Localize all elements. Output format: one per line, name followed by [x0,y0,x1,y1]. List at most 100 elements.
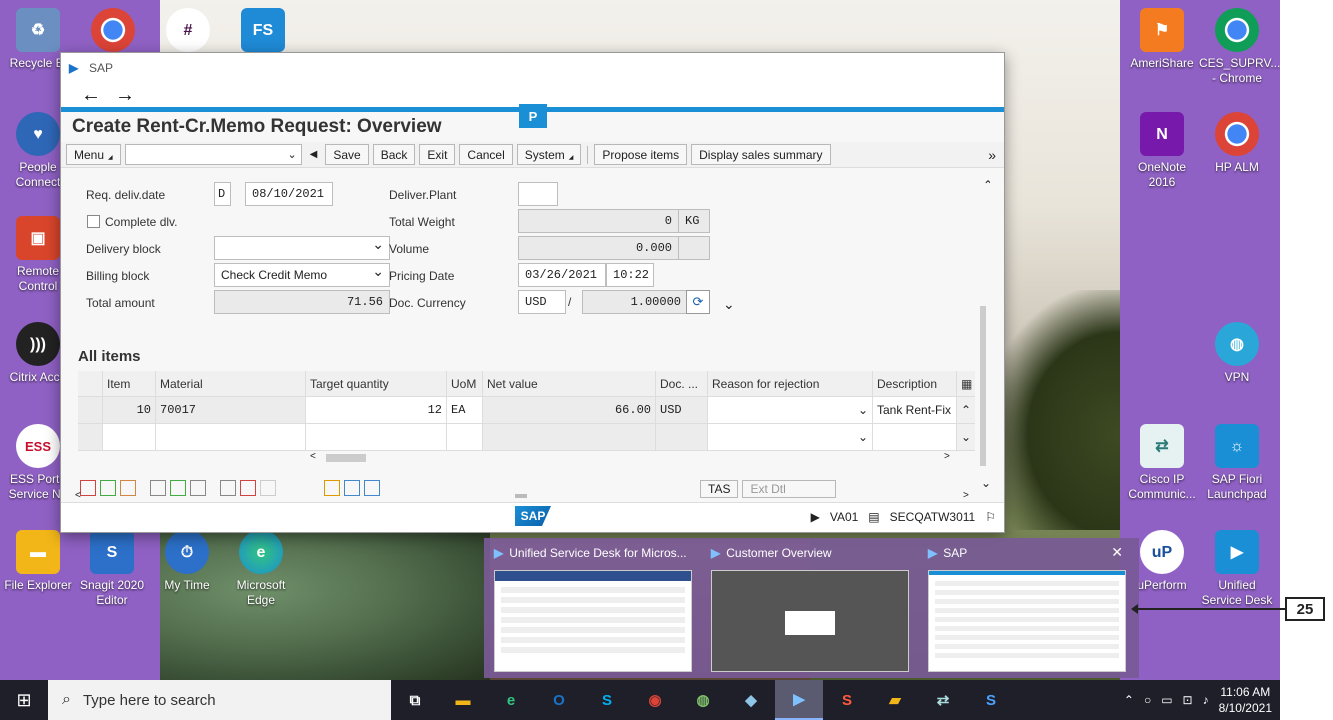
network-icon[interactable]: ⊡ [1183,693,1193,707]
grid-tool-icon[interactable] [324,480,340,496]
close-icon[interactable]: ✕ [1111,544,1123,561]
column-header[interactable]: Material [156,371,306,397]
desktop-icon-ces-chrome[interactable]: CES_SUPRV... - Chrome [1199,8,1280,86]
grid-scroll-down-icon[interactable]: ⌄ [957,424,975,451]
column-header[interactable]: UoM [447,371,483,397]
grid-tool-icon[interactable] [80,480,96,496]
desktop-icon-chrome[interactable] [75,8,151,56]
reason-for-rejection-select[interactable]: ⌄ [708,397,873,424]
grid-tool-icon[interactable] [100,480,116,496]
scroll-right-icon[interactable]: > [944,451,950,462]
desktop-icon-hp-alm[interactable]: HP ALM [1199,112,1275,175]
pricing-time-field[interactable]: 10:22 [606,263,654,287]
billing-block-select[interactable]: Check Credit Memo [214,263,390,287]
description-cell[interactable] [873,424,957,451]
display-sales-summary-button[interactable]: Display sales summary [691,144,831,165]
req-deliv-type-field[interactable]: D [214,182,231,206]
desktop-icon-cisco[interactable]: ⇄ Cisco IP Communic... [1124,424,1200,502]
grid-tool-icon[interactable] [240,480,256,496]
page-hscroll-thumb[interactable] [515,494,527,498]
desktop-icon-fs[interactable]: FS [225,8,301,56]
preview-customer-overview[interactable]: ▶ Customer Overview [701,538,916,678]
ext-dtl-button[interactable]: Ext Dtl [742,480,837,498]
status-flag-icon[interactable]: ⚐ [985,510,996,524]
deliver-plant-field[interactable] [518,182,558,206]
column-header[interactable]: Net value [483,371,656,397]
file-explorer-icon[interactable]: ▬ [439,680,487,720]
status-play-icon[interactable]: ▶ [811,510,820,524]
grid-tool-icon[interactable] [220,480,236,496]
back-arrow-icon[interactable]: ← [81,84,101,107]
row-selector[interactable] [78,397,103,424]
system-button[interactable]: System [516,144,582,165]
page-scroll-down-icon[interactable]: ⌄ [981,476,990,490]
more-button[interactable]: » [988,147,996,163]
status-circle-icon[interactable]: ○ [1144,693,1151,707]
desktop-icon-onenote[interactable]: N OneNote 2016 [1124,112,1200,190]
uom-cell[interactable]: EA [447,397,483,424]
desktop-icon-edge[interactable]: e Microsoft Edge [223,530,299,608]
grid-tool-icon[interactable] [150,480,166,496]
desktop-icon-vpn[interactable]: ◍ VPN [1199,322,1275,385]
save-button[interactable]: Save [325,144,369,165]
column-header[interactable]: Description [873,371,957,397]
grid-tool-icon[interactable] [344,480,360,496]
page-scroll-right-icon[interactable]: > [963,490,969,501]
reason-for-rejection-select[interactable]: ⌄ [708,424,873,451]
edge-icon[interactable]: e [487,680,535,720]
menu-button[interactable]: Menu [66,144,121,165]
task-view-icon[interactable]: ⧉ [391,680,439,720]
desktop-icon-file-explorer[interactable]: ▬ File Explorer [0,530,76,593]
column-header[interactable]: Item [103,371,156,397]
collapse-arrow-icon[interactable]: ◀ [310,149,318,160]
grid-tool-icon[interactable] [260,480,276,496]
chrome-icon[interactable]: ◉ [631,680,679,720]
preview-usd[interactable]: ▶ Unified Service Desk for Micros... [484,538,699,678]
notes-icon[interactable]: ◆ [727,680,775,720]
material-cell[interactable] [156,424,306,451]
desktop-icon-my-time[interactable]: ⏱ My Time [149,530,225,593]
sap-badge-icon[interactable]: P [519,104,547,128]
target-quantity-cell[interactable]: 12 [306,397,447,424]
req-deliv-date-field[interactable]: 08/10/2021 [245,182,333,206]
grid-tool-icon[interactable] [170,480,186,496]
cisco-icon[interactable]: ⇄ [919,680,967,720]
back-button[interactable]: Back [372,144,416,165]
snagit-editor-icon[interactable]: S [967,680,1015,720]
page-scroll-left-icon[interactable]: < [75,490,81,501]
column-header[interactable]: Target quantity [306,371,447,397]
forward-arrow-icon[interactable]: → [115,84,135,107]
status-doc-icon[interactable]: ▤ [868,510,879,524]
delivery-block-select[interactable] [214,236,390,260]
chevron-up-icon[interactable]: ⌃ [1124,693,1134,707]
header-scroll-down-icon[interactable]: ⌄ [723,296,735,313]
desktop-icon-snagit[interactable]: S Snagit 2020 Editor [74,530,150,608]
target-quantity-cell[interactable] [306,424,447,451]
taskbar-search[interactable]: ⌕ Type here to search [48,680,391,720]
windows-start-icon[interactable]: ⊞ [0,680,48,720]
desktop-icon-sap-fiori[interactable]: ☼ SAP Fiori Launchpad [1199,424,1275,502]
exit-button[interactable]: Exit [419,144,456,165]
clock[interactable]: 11:06 AM 8/10/2021 [1219,684,1272,716]
battery-icon[interactable]: ▭ [1161,693,1172,707]
cancel-button[interactable]: Cancel [459,144,513,165]
grid-tool-icon[interactable] [120,480,136,496]
material-cell[interactable]: 70017 [156,397,306,424]
outlook-icon[interactable]: O [535,680,583,720]
column-header[interactable]: Doc. ... [656,371,708,397]
grid-tool-icon[interactable] [364,480,380,496]
desktop-icon-slack[interactable]: # [150,8,226,56]
grid-scroll-up-icon[interactable]: ⌃ [957,397,975,424]
globe-icon[interactable]: ◍ [679,680,727,720]
description-cell[interactable]: Tank Rent-Fix [873,397,957,424]
column-header[interactable]: Reason for rejection [708,371,873,397]
page-vscroll-thumb[interactable] [980,306,986,466]
grid-hscroll[interactable]: < > [78,451,975,465]
pricing-date-field[interactable]: 03/26/2021 [518,263,606,287]
row-selector[interactable] [78,424,103,451]
row-selector-header[interactable] [78,371,103,397]
complete-dlv-checkbox[interactable] [87,215,100,228]
table-settings-icon[interactable]: ▦ [957,371,975,397]
doc-currency-field[interactable]: USD [518,290,566,314]
skype-icon[interactable]: S [583,680,631,720]
